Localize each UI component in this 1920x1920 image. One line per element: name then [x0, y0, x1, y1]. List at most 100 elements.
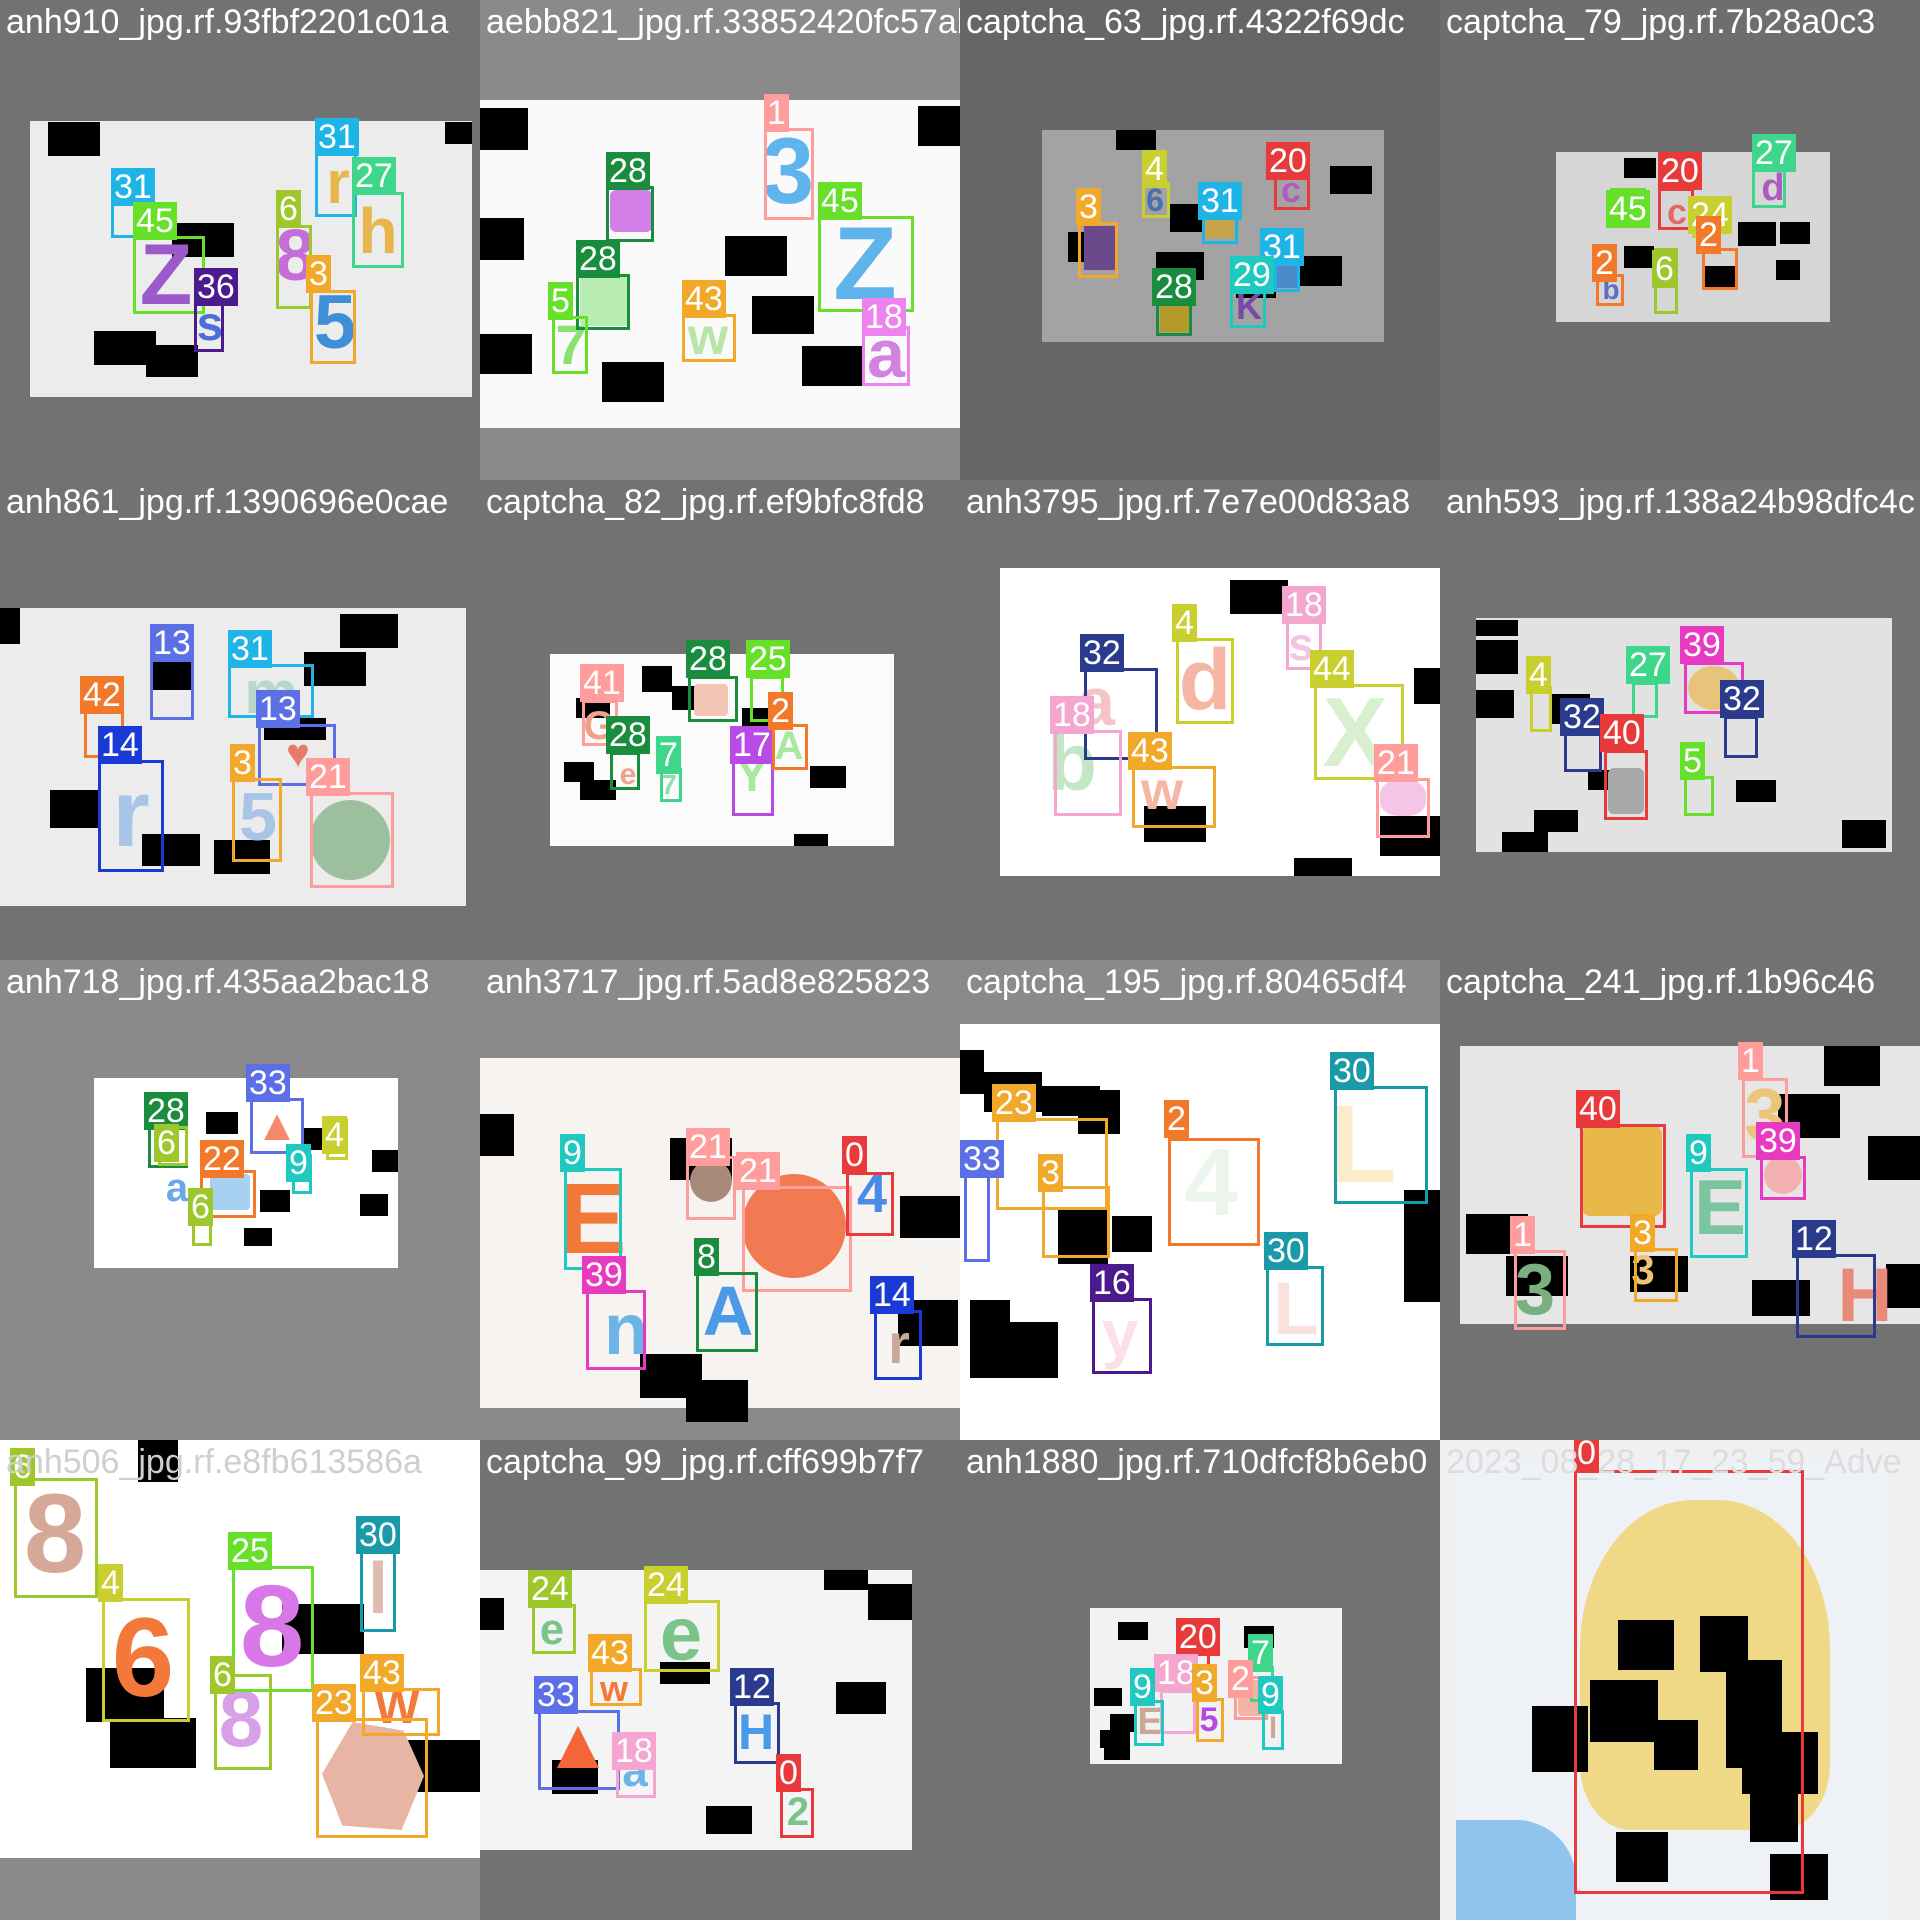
detection-box — [610, 752, 640, 790]
detection-box — [102, 1598, 190, 1722]
occlusion-patch — [1736, 780, 1776, 802]
tile-filename: aebb821_jpg.rf.33852420fc57ab4 — [486, 3, 960, 41]
class-label: 2 — [1592, 244, 1617, 282]
detection-box — [1160, 1690, 1196, 1734]
detection-box — [688, 676, 738, 722]
class-label: 23 — [992, 1084, 1036, 1122]
class-label: 4 — [98, 1564, 123, 1602]
tile-image: anh506_jpg.rf.e8fb613586a 8 6 8 8 l W 6 … — [0, 1440, 480, 1920]
occlusion-patch — [706, 1806, 752, 1834]
detection-box — [1196, 1698, 1224, 1742]
class-label: 28 — [606, 716, 650, 754]
detection-box — [1054, 730, 1122, 816]
occlusion-patch — [480, 334, 532, 374]
tile-filename: captcha_82_jpg.rf.ef9bfc8fd8 — [486, 483, 925, 521]
detection-box — [772, 724, 808, 770]
class-label: 3 — [306, 255, 331, 293]
occlusion-patch — [1780, 222, 1810, 244]
detection-box — [1634, 1248, 1678, 1302]
tile-image: captcha_63_jpg.rf.4322f69dc 6 c K 4 20 3… — [960, 0, 1440, 480]
class-label: 14 — [870, 1276, 914, 1314]
detection-box — [1564, 732, 1602, 772]
class-label: 21 — [686, 1128, 730, 1166]
detection-box — [590, 1668, 642, 1706]
class-label: 27 — [352, 157, 396, 195]
class-label: 32 — [1080, 634, 1124, 672]
class-label: 39 — [1680, 626, 1724, 664]
occlusion-patch — [900, 1196, 960, 1238]
class-label: 31 — [111, 168, 155, 206]
class-label: 27 — [1752, 134, 1796, 172]
class-label: 1 — [1510, 1216, 1535, 1254]
occlusion-patch — [480, 218, 524, 260]
image-mosaic: anh910_jpg.rf.93fbf2201c01a Z 8 5 r h s … — [0, 0, 1920, 1920]
tile-filename: anh3795_jpg.rf.7e7e00d83a8 — [966, 483, 1411, 521]
detection-box — [1334, 1086, 1428, 1204]
detection-box — [315, 153, 357, 217]
detection-box — [1376, 778, 1430, 838]
occlusion-patch — [1842, 820, 1886, 848]
class-label: 32 — [1560, 698, 1604, 736]
class-label: 7 — [656, 736, 681, 774]
occlusion-patch — [244, 1228, 272, 1246]
class-label: 4 — [1142, 150, 1167, 188]
detection-box — [644, 1600, 720, 1672]
class-label: 21 — [736, 1152, 780, 1190]
class-label: 27 — [1626, 646, 1670, 684]
class-label: 9 — [1258, 1676, 1283, 1714]
tile-filename: anh910_jpg.rf.93fbf2201c01a — [6, 3, 449, 41]
detection-box — [780, 1788, 814, 1838]
occlusion-patch — [1404, 1190, 1440, 1302]
occlusion-patch — [1476, 690, 1514, 718]
occlusion-patch — [1116, 130, 1156, 150]
occlusion-patch — [480, 1598, 504, 1630]
occlusion-patch — [1104, 1744, 1130, 1760]
class-label: 28 — [1152, 268, 1196, 306]
occlusion-patch — [1738, 222, 1776, 246]
occlusion-patch — [480, 108, 528, 150]
class-label: 17 — [730, 726, 774, 764]
class-label: 14 — [98, 726, 142, 764]
class-label: 2 — [768, 692, 793, 730]
class-label: 24 — [644, 1566, 688, 1604]
detection-box — [1042, 1186, 1110, 1258]
occlusion-patch — [1868, 1136, 1920, 1180]
detection-box — [586, 1290, 646, 1370]
class-label: 28 — [686, 640, 730, 678]
class-label: 1 — [1738, 1042, 1763, 1080]
occlusion-patch — [0, 608, 20, 644]
occlusion-patch — [50, 790, 100, 828]
class-label: 18 — [612, 1732, 656, 1770]
occlusion-patch — [146, 345, 198, 377]
occlusion-patch — [752, 296, 814, 334]
occlusion-patch — [1534, 810, 1578, 832]
class-label: 43 — [682, 280, 726, 318]
tile-filename: captcha_99_jpg.rf.cff699b7f7 — [486, 1443, 924, 1481]
class-label: 20 — [1658, 152, 1702, 190]
class-label: 43 — [588, 1634, 632, 1672]
class-label: 5 — [1680, 742, 1705, 780]
detection-box — [564, 1168, 622, 1270]
class-label: 8 — [694, 1238, 719, 1276]
detection-box — [1092, 1298, 1152, 1374]
occlusion-patch — [372, 1150, 398, 1172]
class-label: 18 — [1282, 586, 1326, 624]
detection-box — [846, 1172, 894, 1236]
occlusion-patch — [836, 1682, 886, 1714]
tile-filename: anh861_jpg.rf.1390696e0cae — [6, 483, 449, 521]
detection-box — [874, 1310, 922, 1380]
occlusion-patch — [802, 346, 864, 386]
detection-box — [1604, 750, 1648, 820]
tile-filename: captcha_79_jpg.rf.7b28a0c3 — [1446, 3, 1876, 41]
class-label: 6 — [276, 190, 301, 228]
occlusion-patch — [824, 1570, 868, 1590]
occlusion-patch — [794, 834, 828, 846]
class-label: 32 — [1720, 680, 1764, 718]
tile-image: anh718_jpg.rf.435aa2bac18 ▲ a 28 33 6 22… — [0, 960, 480, 1440]
tile-filename: captcha_63_jpg.rf.4322f69dc — [966, 3, 1405, 41]
occlusion-patch — [1112, 1216, 1152, 1252]
class-label: 23 — [312, 1684, 356, 1722]
occlusion-patch — [686, 1380, 748, 1422]
detection-box — [1078, 222, 1118, 278]
class-label: 43 — [360, 1654, 404, 1692]
